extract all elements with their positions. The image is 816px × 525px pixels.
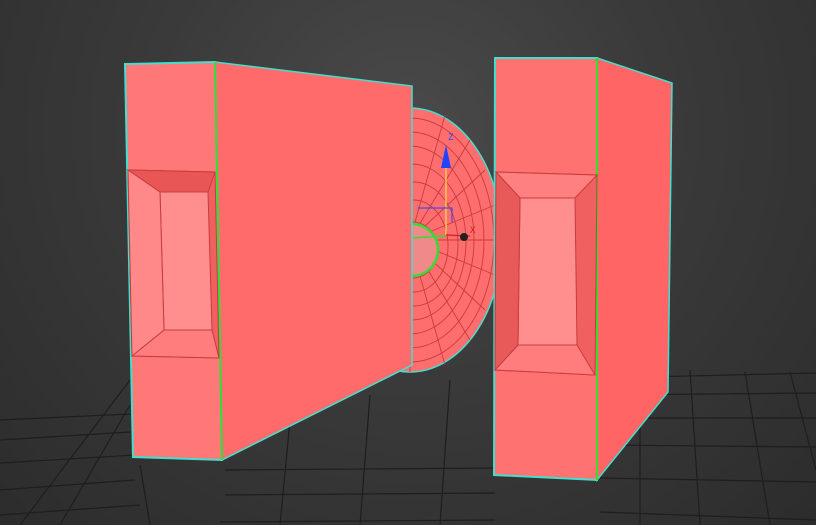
right-block[interactable] <box>492 56 673 483</box>
viewport-scene[interactable]: Z X Y <box>0 0 816 525</box>
ground-grid <box>0 369 816 525</box>
right-block-cutout <box>493 170 599 376</box>
3d-viewport[interactable]: Z X Y <box>0 0 816 525</box>
left-block-cutout <box>126 169 220 359</box>
right-block-side-face[interactable] <box>596 56 673 483</box>
left-block[interactable] <box>123 60 413 462</box>
gizmo-z-label: Z <box>448 133 454 143</box>
gizmo-x-handle[interactable] <box>460 233 468 241</box>
gizmo-x-label: X <box>470 226 476 236</box>
left-block-side-face[interactable] <box>214 61 413 462</box>
